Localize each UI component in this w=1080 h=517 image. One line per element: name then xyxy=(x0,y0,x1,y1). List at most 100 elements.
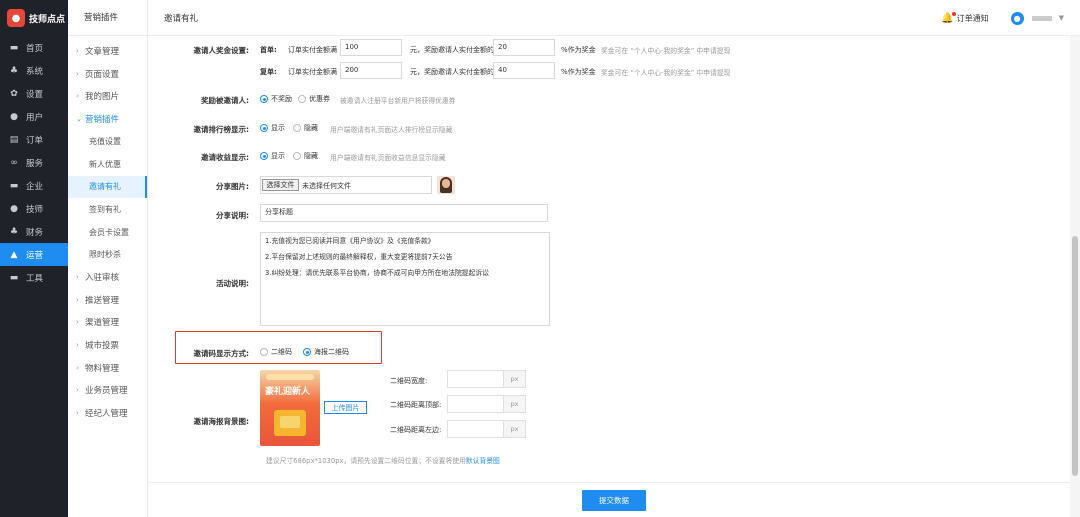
ranking-show-radio[interactable]: 显示 xyxy=(260,123,285,133)
radio-circle xyxy=(260,152,268,160)
repeat-order-suffix: %作为奖金 xyxy=(561,68,596,76)
chevron-down-icon: ⌄ xyxy=(76,115,82,124)
secondary-nav-subitem[interactable]: 签到有礼 xyxy=(68,198,147,221)
repeat-order-percent-input[interactable]: 40 xyxy=(493,62,555,79)
chevron-right-icon: › xyxy=(76,341,79,350)
secondary-nav-item[interactable]: › 入驻审核 xyxy=(68,266,147,289)
nav-item-0[interactable]: ▬ 首页 xyxy=(0,36,68,59)
nav-item-label: 首页 xyxy=(26,43,44,54)
secondary-nav-subitem[interactable]: 充值设置 xyxy=(68,130,147,153)
qr-mode-qrcode-radio[interactable]: 二维码 xyxy=(260,347,292,357)
nav-item-8[interactable]: ♣ 财务 xyxy=(0,220,68,243)
secondary-nav-subitem[interactable]: 新人优惠 xyxy=(68,153,147,176)
secondary-nav-subitem[interactable]: 邀请有礼 xyxy=(68,175,147,199)
secondary-nav-item[interactable]: › 我的图片 xyxy=(68,85,147,108)
secondary-sidebar-title: 营销插件 xyxy=(68,0,147,36)
nav-item-label: 系统 xyxy=(26,66,44,77)
nav-item-5[interactable]: ∞ 服务 xyxy=(0,151,68,174)
sitemap-icon: ♣ xyxy=(9,65,19,76)
nav-item-1[interactable]: ♣ 系统 xyxy=(0,59,68,82)
income-display-hint: 用户端邀请有礼页面收益信息显示隐藏 xyxy=(330,154,446,162)
chevron-down-icon[interactable]: ▼ xyxy=(1059,14,1064,22)
radio-circle xyxy=(293,152,301,160)
repeat-order-pre: 订单实付金额满 xyxy=(288,68,337,76)
qr-width-input[interactable]: px xyxy=(447,370,526,388)
secondary-nav-label: 营销插件 xyxy=(85,115,120,126)
upload-image-button[interactable]: 上传图片 xyxy=(324,401,367,414)
nav-item-9[interactable]: ▲ 运营 xyxy=(0,243,68,266)
qr-mode-poster-radio[interactable]: 海报二维码 xyxy=(303,347,349,357)
order-notify-link[interactable]: 订单通知 xyxy=(957,13,989,24)
page-title: 邀请有礼 xyxy=(164,13,199,24)
secondary-nav-item[interactable]: ⌄ 营销插件 xyxy=(68,108,147,131)
default-bg-link[interactable]: 默认背景图 xyxy=(466,457,500,465)
invitee-reward-none-radio[interactable]: 不奖励 xyxy=(260,94,292,104)
nav-item-4[interactable]: ▤ 订单 xyxy=(0,128,68,151)
nav-item-label: 财务 xyxy=(26,227,44,238)
first-order-tag: 首单: xyxy=(260,46,277,54)
radio-label: 不奖励 xyxy=(271,95,292,103)
first-order-suffix: %作为奖金 xyxy=(561,46,596,54)
secondary-nav-item[interactable]: › 渠道管理 xyxy=(68,311,147,334)
nav-item-10[interactable]: ▬ 工具 xyxy=(0,266,68,289)
repeat-order-hint: 奖金可在 “个人中心-我的奖金” 中申请提现 xyxy=(601,69,731,77)
radio-circle xyxy=(260,95,268,103)
nav-item-label: 工具 xyxy=(26,273,44,284)
brand-logo[interactable]: ● 技师点点 xyxy=(0,0,68,36)
activity-desc-line: 3.纠纷处理：请优先联系平台协商，协商不成可向甲方所在地法院提起诉讼 xyxy=(265,269,489,277)
repeat-order-amount-input[interactable]: 200 xyxy=(340,62,402,79)
ranking-display-label: 邀请排行榜显示: xyxy=(193,125,250,134)
secondary-nav-item[interactable]: › 物料管理 xyxy=(68,356,147,379)
nav-item-3[interactable]: ● 用户 xyxy=(0,105,68,128)
avatar[interactable]: ● xyxy=(1010,11,1024,25)
secondary-nav-item[interactable]: › 经纪人管理 xyxy=(68,402,147,425)
qr-left-input[interactable]: px xyxy=(447,420,526,438)
qr-top-label: 二维码距离顶部: xyxy=(390,401,442,409)
brand-name: 技师点点 xyxy=(29,14,66,25)
bell-icon[interactable]: 🔔 xyxy=(941,11,956,24)
invitee-reward-hint: 被邀请人注册平台新用户将获得优惠券 xyxy=(340,97,456,105)
nav-item-label: 订单 xyxy=(26,135,44,146)
nav-item-label: 技师 xyxy=(26,204,44,215)
top-bar: 邀请有礼 🔔 订单通知 ● ▼ xyxy=(148,0,1080,36)
first-order-pre: 订单实付金额满 xyxy=(288,46,337,54)
radio-circle xyxy=(293,124,301,132)
income-hide-radio[interactable]: 隐藏 xyxy=(293,151,318,161)
secondary-nav-label: 我的图片 xyxy=(85,92,120,103)
ranking-hide-radio[interactable]: 隐藏 xyxy=(293,123,318,133)
qr-top-input[interactable]: px xyxy=(447,395,526,413)
briefcase-icon: ▬ xyxy=(9,272,19,283)
reward-settings-label: 邀请人奖金设置: xyxy=(193,46,250,55)
repeat-order-tag: 复单: xyxy=(260,68,277,76)
secondary-nav-item[interactable]: › 业务员管理 xyxy=(68,379,147,402)
choose-file-button[interactable]: 选择文件 xyxy=(262,179,299,191)
first-order-percent-input[interactable]: 20 xyxy=(493,39,555,56)
secondary-nav-label: 入驻审核 xyxy=(85,273,120,284)
secondary-nav-item[interactable]: › 文章管理 xyxy=(68,40,147,63)
activity-desc-textarea[interactable]: 1.充值视为您已阅读并同意《用户协议》及《充值条款》 2.平台保留对上述规则的最… xyxy=(260,232,550,326)
invitee-reward-label: 奖励被邀请人: xyxy=(201,96,249,105)
nav-item-7[interactable]: ● 技师 xyxy=(0,197,68,220)
secondary-nav-subitem[interactable]: 限时秒杀 xyxy=(68,243,147,266)
submit-button[interactable]: 提交数据 xyxy=(582,490,646,511)
scrollbar[interactable] xyxy=(1070,36,1080,517)
link-icon: ∞ xyxy=(10,157,18,168)
scrollbar-thumb[interactable] xyxy=(1072,236,1078,476)
secondary-nav-item[interactable]: › 页面设置 xyxy=(68,63,147,86)
secondary-nav-subitem[interactable]: 会员卡设置 xyxy=(68,221,147,244)
submit-bar: 提交数据 xyxy=(148,482,1070,517)
first-order-hint: 奖金可在 “个人中心-我的奖金” 中申请提现 xyxy=(601,47,731,55)
share-desc-input[interactable]: 分享标题 xyxy=(260,204,548,222)
poster-hint-text: 建议尺寸686px*1030px，请预先设置二维码位置；不设置将使用 xyxy=(266,457,466,465)
secondary-nav-item[interactable]: › 推送管理 xyxy=(68,289,147,312)
radio-label: 隐藏 xyxy=(304,152,318,160)
nav-item-2[interactable]: ✿ 设置 xyxy=(0,82,68,105)
income-show-radio[interactable]: 显示 xyxy=(260,151,285,161)
nav-item-label: 企业 xyxy=(26,181,44,192)
nav-item-6[interactable]: ▬ 企业 xyxy=(0,174,68,197)
invitee-reward-coupon-radio[interactable]: 优惠券 xyxy=(298,94,330,104)
first-order-amount-input[interactable]: 100 xyxy=(340,39,402,56)
secondary-nav-item[interactable]: › 城市投票 xyxy=(68,334,147,357)
qr-mode-label: 邀请码显示方式: xyxy=(193,349,250,358)
user-name-blurred[interactable] xyxy=(1031,15,1052,21)
